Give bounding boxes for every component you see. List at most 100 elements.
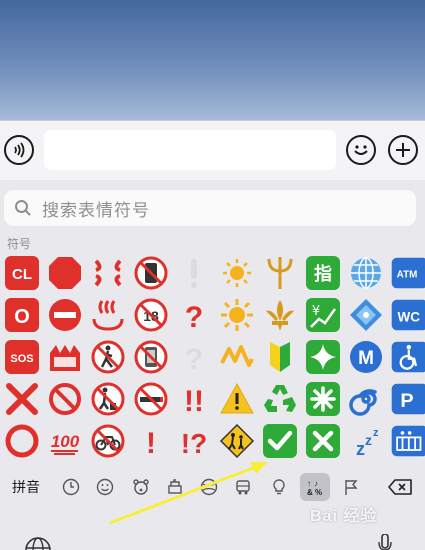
emoji-dim-sun[interactable] — [217, 253, 257, 293]
emoji-red-exclamation[interactable]: ! — [131, 421, 171, 461]
emoji-double-exclamation[interactable]: !! — [174, 379, 214, 419]
emoji-category-bar: 拼音 ↑ ♪ &% — [0, 470, 425, 504]
tab-food[interactable] — [162, 470, 188, 504]
symbols-icon: ↑ ♪&% — [307, 479, 322, 497]
emoji-white-question[interactable]: ? — [174, 337, 214, 377]
emoji-no-littering[interactable] — [88, 379, 128, 419]
voice-waves-icon — [14, 142, 25, 158]
emoji-zzz-label-3: z — [373, 427, 379, 439]
emoji-no-one-under-18[interactable]: 18 — [131, 295, 171, 335]
emoji-cross-mark[interactable] — [2, 379, 42, 419]
emoji-recycling-symbol[interactable] — [260, 379, 300, 419]
emoji-double-exclam-label: !! — [184, 385, 204, 417]
dictation-button[interactable] — [378, 533, 392, 550]
tab-recent[interactable] — [58, 470, 84, 504]
tab-smileys[interactable] — [92, 470, 118, 504]
emoji-hundred-points[interactable]: 100 — [45, 421, 85, 461]
emoji-o-label: O — [14, 306, 30, 328]
tab-flags[interactable] — [338, 470, 364, 504]
emoji-check-mark-button[interactable] — [260, 421, 300, 461]
emoji-bright-sun[interactable] — [217, 295, 257, 335]
tab-animals[interactable] — [128, 470, 154, 504]
emoji-hollow-red-circle[interactable] — [2, 421, 42, 461]
svg-text:↑: ↑ — [307, 479, 311, 488]
emoji-atm-label: ATM — [397, 270, 418, 281]
emoji-part-alternation[interactable] — [217, 337, 257, 377]
emoji-search-input[interactable]: 搜索表情符号 — [4, 190, 416, 226]
emoji-yen-chart[interactable]: ¥ — [303, 295, 343, 335]
emoji-no-smoking[interactable] — [131, 379, 171, 419]
emoji-wc-label: WC — [398, 309, 421, 324]
system-bottom-row — [0, 532, 425, 550]
message-input-field[interactable] — [44, 130, 336, 170]
emoji-exclam-label: ! — [146, 427, 156, 459]
watermark: Bai 经验 — [310, 508, 378, 525]
emoji-keyboard-panel: 搜索表情符号 符号 CL 指 ATM O ? ¥ WC SOS ? M !! P… — [0, 180, 425, 550]
emoji-no-entry[interactable] — [45, 295, 85, 335]
globe-icon — [25, 537, 51, 550]
search-icon — [15, 200, 31, 216]
tab-travel[interactable] — [230, 470, 256, 504]
food-icon — [168, 479, 182, 494]
animal-icon — [133, 479, 149, 495]
emoji-japanese-secret-crown[interactable] — [45, 337, 85, 377]
tab-objects[interactable] — [266, 470, 292, 504]
tab-activity[interactable] — [196, 470, 222, 504]
microphone-icon — [378, 533, 392, 550]
emoji-button[interactable] — [346, 135, 376, 165]
emoji-prohibited[interactable] — [45, 379, 85, 419]
smiley-icon — [96, 478, 114, 496]
emoji-hundred-label: 100 — [51, 432, 80, 451]
tab-symbols[interactable]: ↑ ♪ &% — [300, 470, 330, 504]
emoji-white-exclamation[interactable] — [174, 253, 214, 293]
emoji-zzz[interactable]: zzz — [346, 421, 386, 461]
emoji-beginner-symbol[interactable] — [260, 337, 300, 377]
pinyin-keyboard-button[interactable]: 拼音 — [6, 470, 46, 504]
emoji-o-button[interactable]: O — [2, 295, 42, 335]
emoji-no-mobile[interactable] — [131, 337, 171, 377]
emoji-fleur-de-lis[interactable] — [260, 295, 300, 335]
section-label-symbols: 符号 — [7, 237, 32, 251]
emoji-children-crossing[interactable] — [217, 421, 257, 461]
emoji-trident[interactable] — [260, 253, 300, 293]
emoji-p-button[interactable]: P — [389, 379, 425, 419]
emoji-cl-button[interactable]: CL — [2, 253, 42, 293]
svg-text:♪: ♪ — [314, 479, 318, 488]
emoji-anger-symbol[interactable] — [88, 253, 128, 293]
emoji-diamond-with-dot[interactable] — [346, 295, 386, 335]
activity-ball-icon — [200, 478, 218, 496]
emoji-warning[interactable] — [217, 379, 257, 419]
emoji-zhi-label: 指 — [314, 263, 332, 285]
emoji-cross-mark-button[interactable] — [303, 421, 343, 461]
emoji-exclam-question-label: !? — [181, 428, 207, 459]
emoji-no-pedestrians[interactable] — [88, 337, 128, 377]
emoji-globe-meridians[interactable] — [346, 253, 386, 293]
emoji-no-bicycles[interactable] — [88, 421, 128, 461]
emoji-exclamation-question[interactable]: !? — [174, 421, 214, 461]
svg-text:&: & — [307, 488, 313, 497]
emoji-hot-springs[interactable] — [88, 295, 128, 335]
emoji-wheelchair[interactable] — [389, 337, 425, 377]
emoji-cyclone[interactable] — [346, 379, 386, 419]
emoji-sparkle[interactable] — [303, 337, 343, 377]
voice-input-button[interactable] — [4, 135, 34, 165]
add-more-button[interactable] — [388, 135, 418, 165]
backspace-icon — [388, 479, 412, 495]
emoji-stop-sign[interactable] — [45, 253, 85, 293]
emoji-zhi-button[interactable]: 指 — [303, 253, 343, 293]
emoji-m-label: M — [358, 348, 374, 369]
emoji-atm-button[interactable]: ATM — [389, 253, 425, 293]
emoji-no-mobile-phones[interactable] — [131, 253, 171, 293]
emoji-sos-label: SOS — [10, 353, 33, 365]
delete-button[interactable] — [384, 470, 416, 504]
input-toolbar — [0, 120, 425, 180]
clock-icon — [62, 478, 80, 496]
travel-car-icon — [236, 480, 250, 495]
emoji-passport-control[interactable] — [389, 421, 425, 461]
globe-button[interactable] — [24, 536, 52, 550]
emoji-red-question[interactable]: ? — [174, 295, 214, 335]
emoji-wc-button[interactable]: WC — [389, 295, 425, 335]
emoji-circled-m[interactable]: M — [346, 337, 386, 377]
emoji-eight-spoked-asterisk[interactable] — [303, 379, 343, 419]
emoji-sos-button[interactable]: SOS — [2, 337, 42, 377]
